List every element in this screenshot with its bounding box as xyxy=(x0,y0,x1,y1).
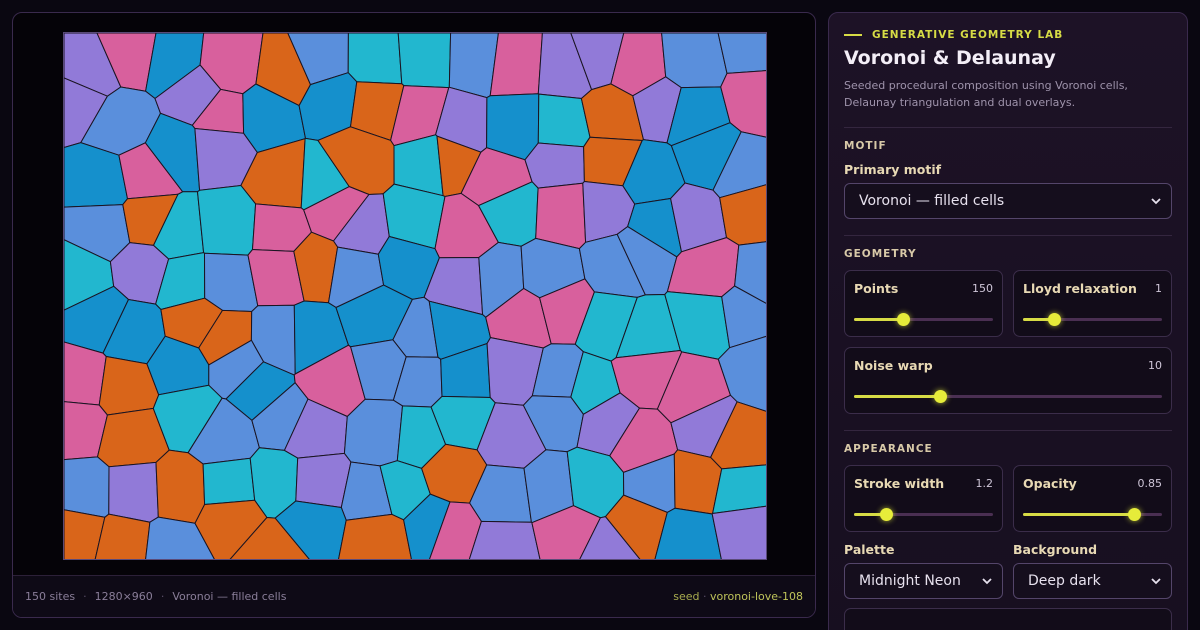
noise-slider-fill xyxy=(854,395,941,398)
opacity-control: Opacity 0.85 xyxy=(1013,465,1172,532)
noise-value: 10 xyxy=(1148,359,1162,372)
noise-slider-handle[interactable] xyxy=(934,390,948,403)
stroke-slider[interactable] xyxy=(854,508,993,521)
eyebrow-text: GENERATIVE GEOMETRY LAB xyxy=(872,29,1064,41)
lloyd-label: Lloyd relaxation xyxy=(1023,281,1137,296)
chevron-down-icon xyxy=(982,578,992,585)
lloyd-slider-handle[interactable] xyxy=(1047,313,1061,326)
eyebrow: GENERATIVE GEOMETRY LAB xyxy=(844,29,1172,41)
resolution-readout: 1280×960 xyxy=(94,590,153,603)
palette-background-row: Palette Midnight Neon Background Deep da… xyxy=(844,542,1172,599)
primary-motif-value: Voronoi — filled cells xyxy=(859,193,1005,209)
noise-row: Noise warp 10 xyxy=(844,347,1172,414)
site-count: 150 sites xyxy=(25,590,76,603)
background-select[interactable]: Deep dark xyxy=(1013,563,1172,599)
panel-title: Voronoi & Delaunay xyxy=(844,47,1056,69)
section-appearance: APPEARANCE xyxy=(844,443,933,455)
canvas-stats: 150 sites · 1280×960 · Voronoi — filled … xyxy=(25,590,286,603)
canvas-panel: 150 sites · 1280×960 · Voronoi — filled … xyxy=(12,12,816,618)
opacity-value: 0.85 xyxy=(1137,477,1163,490)
appearance-row: Stroke width 1.2 Opacity 0.85 xyxy=(844,465,1172,532)
points-control: Points 150 xyxy=(844,270,1003,337)
opacity-slider-handle[interactable] xyxy=(1128,508,1142,521)
voronoi-cell xyxy=(711,505,766,559)
noise-control: Noise warp 10 xyxy=(844,347,1172,414)
seed-readout: seed · voronoi-love-108 xyxy=(673,590,803,603)
voronoi-cell xyxy=(489,33,543,97)
section-geometry: GEOMETRY xyxy=(844,248,917,260)
primary-motif-select[interactable]: Voronoi — filled cells xyxy=(844,183,1172,219)
noise-label: Noise warp xyxy=(854,358,933,373)
seed-value: voronoi-love-108 xyxy=(709,590,803,603)
divider xyxy=(844,235,1172,236)
points-slider-fill xyxy=(854,318,903,321)
voronoi-cell xyxy=(338,513,412,559)
lloyd-slider[interactable] xyxy=(1023,313,1162,326)
voronoi-cell xyxy=(202,457,256,506)
chevron-down-icon xyxy=(1151,198,1161,205)
canvas-footer: 150 sites · 1280×960 · Voronoi — filled … xyxy=(13,575,815,617)
stroke-value: 1.2 xyxy=(975,477,994,490)
voronoi-cell xyxy=(661,33,728,89)
stroke-slider-handle[interactable] xyxy=(879,508,893,521)
background-label: Background xyxy=(1013,542,1098,557)
lloyd-control: Lloyd relaxation 1 xyxy=(1013,270,1172,337)
opacity-label: Opacity xyxy=(1023,476,1077,491)
voronoi-cell xyxy=(535,182,587,250)
section-motif: MOTIF xyxy=(844,140,887,152)
points-slider[interactable] xyxy=(854,313,993,326)
voronoi-svg xyxy=(64,33,766,559)
voronoi-cell xyxy=(347,33,403,85)
separator-dot: · xyxy=(160,590,165,603)
control-panel: GENERATIVE GEOMETRY LAB Voronoi & Delaun… xyxy=(828,12,1188,630)
noise-slider[interactable] xyxy=(854,390,1162,403)
voronoi-cell xyxy=(108,461,159,523)
voronoi-cell xyxy=(397,33,452,89)
separator-dot: · xyxy=(702,590,707,603)
voronoi-canvas[interactable] xyxy=(63,32,767,560)
palette-label: Palette xyxy=(844,542,895,557)
next-control-card xyxy=(844,608,1172,630)
opacity-slider-fill xyxy=(1023,513,1135,516)
panel-subtitle: Seeded procedural composition using Voro… xyxy=(844,79,1128,109)
motif-readout: Voronoi — filled cells xyxy=(172,590,287,603)
chevron-down-icon xyxy=(1151,578,1161,585)
primary-motif-label: Primary motif xyxy=(844,162,942,177)
opacity-slider[interactable] xyxy=(1023,508,1162,521)
voronoi-cell xyxy=(711,464,766,515)
lloyd-value: 1 xyxy=(1155,282,1162,295)
eyebrow-line xyxy=(844,34,862,36)
separator-dot: · xyxy=(83,590,87,603)
divider xyxy=(844,430,1172,431)
voronoi-cell xyxy=(468,520,541,559)
stroke-label: Stroke width xyxy=(854,476,945,491)
divider xyxy=(844,127,1172,128)
stroke-control: Stroke width 1.2 xyxy=(844,465,1003,532)
geometry-row: Points 150 Lloyd relaxation 1 xyxy=(844,270,1172,337)
points-label: Points xyxy=(854,281,899,296)
palette-value: Midnight Neon xyxy=(859,573,961,589)
palette-select[interactable]: Midnight Neon xyxy=(844,563,1003,599)
voronoi-cell xyxy=(524,142,585,189)
voronoi-cell xyxy=(717,33,766,74)
voronoi-cell xyxy=(64,456,110,518)
seed-label: seed xyxy=(673,590,700,603)
points-slider-handle[interactable] xyxy=(896,313,910,326)
background-value: Deep dark xyxy=(1028,573,1101,589)
points-value: 150 xyxy=(972,282,993,295)
voronoi-cell xyxy=(155,449,206,524)
voronoi-cell xyxy=(196,184,257,256)
